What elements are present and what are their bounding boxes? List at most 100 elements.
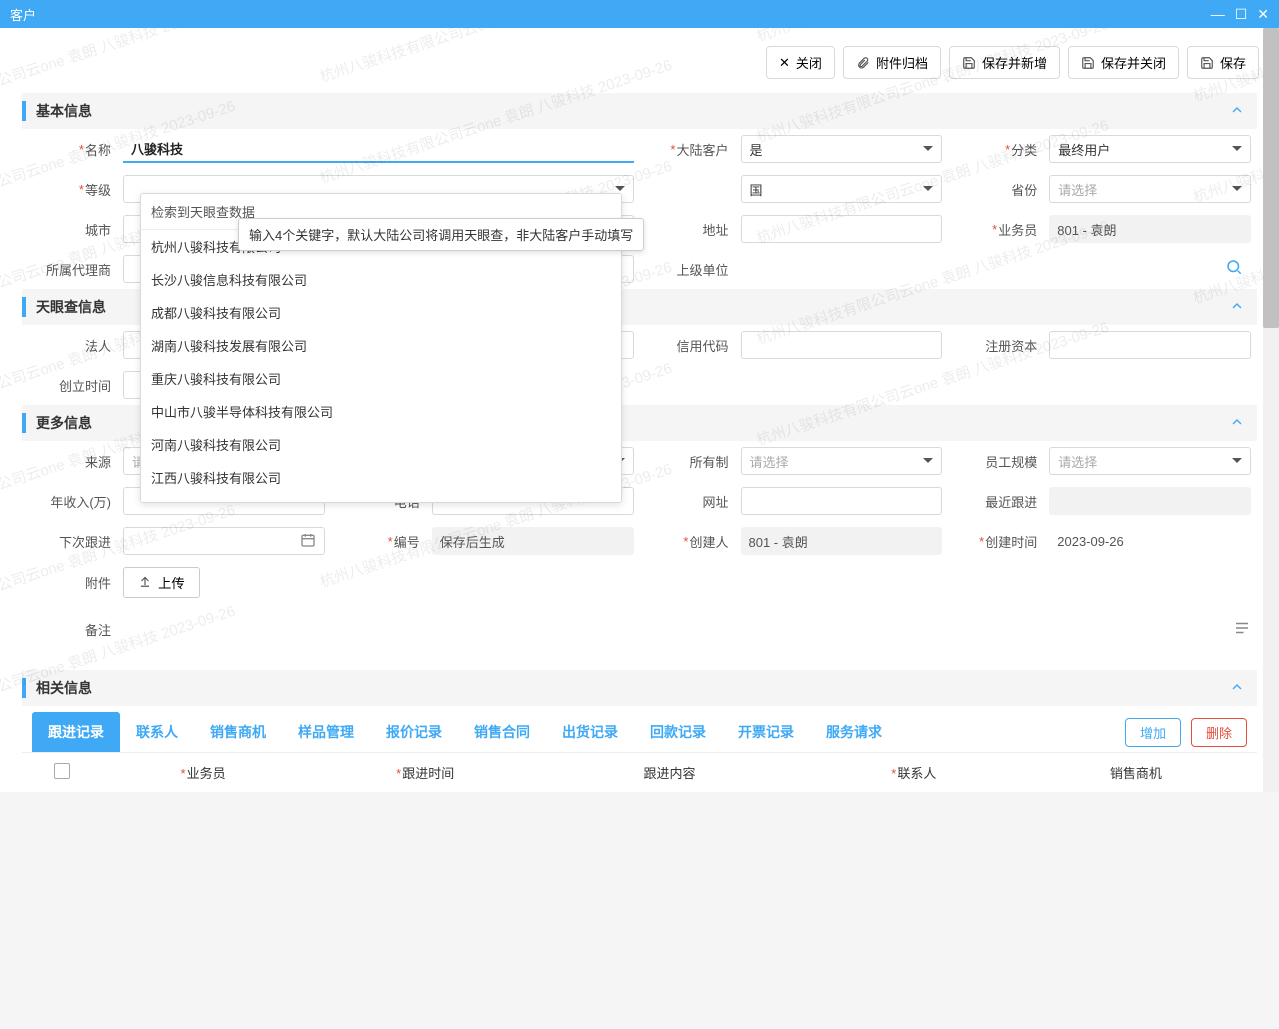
section-header-related: 相关信息 (22, 670, 1257, 706)
save-icon (962, 56, 976, 70)
level-label: 等级 (85, 180, 111, 199)
category-select[interactable]: 最终用户 (1049, 135, 1251, 163)
related-tabs: 跟进记录 联系人 销售商机 样品管理 报价记录 销售合同 出货记录 回款记录 开… (22, 706, 1257, 753)
ownership-select[interactable]: 请选择 (741, 447, 943, 475)
chevron-down-icon (1232, 186, 1242, 196)
country-select[interactable]: 国 (741, 175, 943, 203)
close-icon: ✕ (779, 55, 790, 71)
maximize-icon[interactable]: ☐ (1235, 6, 1248, 23)
notes-icon[interactable] (1233, 619, 1251, 640)
website-input[interactable] (741, 487, 943, 515)
tooltip: 输入4个关键字，默认大陆公司将调用天眼查，非大陆客户手动填写 (238, 218, 644, 251)
section-title: 相关信息 (22, 678, 92, 698)
dropdown-item[interactable]: 北京八骏科技有限公司 (141, 494, 621, 503)
address-input[interactable] (741, 215, 943, 243)
tab-followup[interactable]: 跟进记录 (32, 712, 120, 752)
createtime-field: 2023-09-26 (1049, 527, 1251, 555)
address-label: 地址 (702, 220, 728, 239)
staff-select[interactable]: 请选择 (1049, 447, 1251, 475)
province-label: 省份 (1011, 180, 1037, 199)
section-title: 基本信息 (22, 101, 92, 121)
tab-contract[interactable]: 销售合同 (458, 712, 546, 752)
tab-shipment[interactable]: 出货记录 (546, 712, 634, 752)
capital-input[interactable] (1049, 331, 1251, 359)
attach-button[interactable]: 附件归档 (843, 46, 941, 79)
tab-quote[interactable]: 报价记录 (370, 712, 458, 752)
mainland-label: 大陆客户 (676, 140, 728, 159)
mainland-select[interactable]: 是 (741, 135, 943, 163)
scrollbar[interactable] (1263, 28, 1279, 792)
chevron-down-icon (923, 458, 933, 468)
creator-label: 创建人 (689, 532, 728, 551)
agent-label: 所属代理商 (46, 260, 111, 279)
salesperson-label: 业务员 (998, 220, 1037, 239)
revenue-label: 年收入(万) (50, 492, 111, 511)
save-button[interactable]: 保存 (1187, 46, 1259, 79)
calendar-icon (300, 532, 316, 551)
th-contact: 联系人 (897, 766, 936, 781)
dropdown-item[interactable]: 重庆八骏科技有限公司 (141, 362, 621, 395)
chevron-up-icon[interactable] (1229, 679, 1245, 698)
dropdown-item[interactable]: 河南八骏科技有限公司 (141, 428, 621, 461)
close-window-icon[interactable]: ✕ (1257, 6, 1269, 23)
tab-invoice[interactable]: 开票记录 (722, 712, 810, 752)
nextfollow-label: 下次跟进 (59, 532, 111, 551)
paperclip-icon (856, 56, 870, 70)
category-label: 分类 (1011, 140, 1037, 159)
salesperson-field: 801 - 袁朗 (1049, 215, 1251, 243)
notes-label: 备注 (85, 620, 111, 639)
capital-label: 注册资本 (985, 336, 1037, 355)
ownership-label: 所有制 (689, 452, 728, 471)
attach-label: 附件 (85, 573, 111, 592)
window-controls: — ☐ ✕ (1211, 6, 1269, 23)
chevron-up-icon[interactable] (1229, 298, 1245, 317)
chevron-up-icon[interactable] (1229, 414, 1245, 433)
chevron-down-icon (923, 146, 933, 156)
title-bar: 客户 — ☐ ✕ (0, 0, 1279, 28)
tab-service[interactable]: 服务请求 (810, 712, 898, 752)
search-icon[interactable] (1225, 258, 1243, 281)
tab-payment[interactable]: 回款记录 (634, 712, 722, 752)
upload-icon (138, 574, 152, 591)
section-title: 更多信息 (22, 413, 92, 433)
tab-sample[interactable]: 样品管理 (282, 712, 370, 752)
source-label: 来源 (85, 452, 111, 471)
th-followtime: 跟进时间 (402, 766, 454, 781)
chevron-up-icon[interactable] (1229, 102, 1245, 121)
scrollbar-thumb[interactable] (1263, 28, 1279, 328)
dropdown-item[interactable]: 成都八骏科技有限公司 (141, 296, 621, 329)
city-label: 城市 (85, 220, 111, 239)
delete-button[interactable]: 删除 (1191, 718, 1247, 747)
select-all-checkbox[interactable] (54, 763, 70, 779)
credit-input[interactable] (741, 331, 943, 359)
website-label: 网址 (702, 492, 728, 511)
th-sales: 业务员 (187, 766, 226, 781)
dropdown-item[interactable]: 中山市八骏半导体科技有限公司 (141, 395, 621, 428)
dropdown-item[interactable]: 湖南八骏科技发展有限公司 (141, 329, 621, 362)
table-header: *业务员 *跟进时间 跟进内容 *联系人 销售商机 (22, 753, 1257, 792)
toolbar: ✕ 关闭 附件归档 保存并新增 保存并关闭 保存 (0, 28, 1279, 93)
code-label: 编号 (394, 532, 420, 551)
add-button[interactable]: 增加 (1125, 718, 1181, 747)
tab-contacts[interactable]: 联系人 (120, 712, 194, 752)
dropdown-item[interactable]: 长沙八骏信息科技有限公司 (141, 263, 621, 296)
lastfollow-field (1049, 487, 1251, 515)
minimize-icon[interactable]: — (1211, 6, 1225, 23)
credit-label: 信用代码 (676, 336, 728, 355)
close-button[interactable]: ✕ 关闭 (766, 46, 835, 79)
save-close-button[interactable]: 保存并关闭 (1068, 46, 1179, 79)
nextfollow-date[interactable] (123, 527, 325, 555)
name-input[interactable] (123, 135, 634, 163)
dropdown-item[interactable]: 江西八骏科技有限公司 (141, 461, 621, 494)
th-content: 跟进内容 (643, 766, 695, 781)
section-header-basic: 基本信息 (22, 93, 1257, 129)
save-new-button[interactable]: 保存并新增 (949, 46, 1060, 79)
lastfollow-label: 最近跟进 (985, 492, 1037, 511)
upload-button[interactable]: 上传 (123, 567, 200, 598)
code-field: 保存后生成 (432, 527, 634, 555)
staff-label: 员工规模 (985, 452, 1037, 471)
founded-label: 创立时间 (59, 376, 111, 395)
parent-search[interactable] (741, 255, 1252, 283)
province-select[interactable]: 请选择 (1049, 175, 1251, 203)
tab-opportunity[interactable]: 销售商机 (194, 712, 282, 752)
